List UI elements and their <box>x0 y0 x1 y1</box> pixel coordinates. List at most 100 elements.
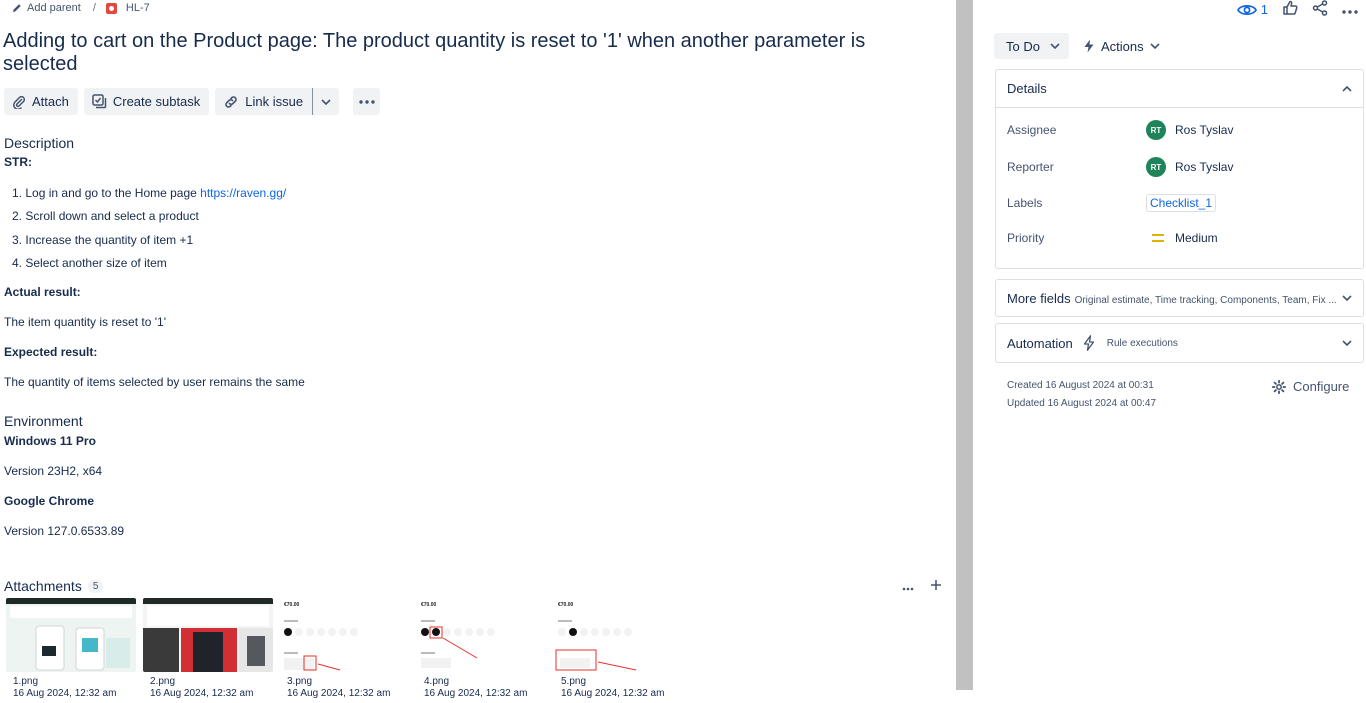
lightning-icon <box>1084 39 1094 53</box>
list-item: 1. Log in and go to the Home page https:… <box>12 186 287 200</box>
more-icon <box>902 587 914 591</box>
vote-button[interactable] <box>1282 0 1298 19</box>
assignee-value[interactable]: Ros Tyslav <box>1175 123 1233 137</box>
share-icon <box>1312 0 1328 16</box>
attachment-name: 2.png <box>150 676 176 687</box>
attach-button[interactable]: Attach <box>4 88 78 115</box>
attachment-name: 3.png <box>287 676 313 687</box>
share-button[interactable] <box>1312 0 1328 19</box>
details-panel: Details Assignee RT Ros Tyslav Reporter … <box>995 69 1364 269</box>
actions-label: Actions <box>1101 38 1144 54</box>
reporter-value[interactable]: Ros Tyslav <box>1175 160 1233 174</box>
attachment-thumbnail: €70.00 <box>417 598 547 672</box>
assignee-field: Assignee RT Ros Tyslav <box>1007 120 1233 140</box>
more-fields-label: More fields <box>1007 290 1071 306</box>
attachments-title: Attachments <box>4 578 82 594</box>
pencil-icon <box>12 3 22 13</box>
environment-browser-version: Version 127.0.6533.89 <box>4 524 125 538</box>
eye-icon <box>1236 4 1257 15</box>
more-icon <box>358 99 375 104</box>
environment-heading: Environment <box>4 413 83 429</box>
add-parent-link[interactable]: Add parent <box>12 2 81 14</box>
attachment-card[interactable]: €70.00 5.png 16 Aug 2024, 12:32 am <box>554 598 684 703</box>
attachment-date: 16 Aug 2024, 12:32 am <box>287 688 391 699</box>
automation-sub: Rule executions <box>1106 337 1178 349</box>
raven-link[interactable]: https://raven.gg/ <box>200 186 286 200</box>
environment-os-version: Version 23H2, x64 <box>4 464 103 478</box>
chevron-down-icon <box>1342 340 1352 346</box>
actions-dropdown[interactable]: Actions <box>1083 33 1160 59</box>
configure-label: Configure <box>1293 379 1350 394</box>
chevron-down-icon <box>321 98 331 105</box>
actual-result-label: Actual result: <box>4 285 81 299</box>
breadcrumb: Add parent / HL-7 <box>12 1 150 15</box>
attachment-card[interactable]: 1.png 16 Aug 2024, 12:32 am <box>6 598 136 703</box>
attachment-card[interactable]: €70.00 3.png 16 Aug 2024, 12:32 am <box>280 598 410 703</box>
attachments-heading: Attachments 5 <box>4 578 104 594</box>
automation-label: Automation <box>1007 335 1073 351</box>
more-actions-button[interactable] <box>353 88 381 115</box>
more-fields-sub: Original estimate, Time tracking, Compon… <box>1074 294 1337 306</box>
issue-main-pane: Add parent / HL-7 Adding to cart on the … <box>0 0 956 703</box>
attachment-name: 5.png <box>561 676 587 687</box>
chevron-down-icon <box>1342 295 1352 301</box>
attachments-count-badge: 5 <box>87 579 104 593</box>
expected-result-text: The quantity of items selected by user r… <box>4 375 305 389</box>
issue-key-link[interactable]: HL-7 <box>105 2 150 14</box>
link-issue-button[interactable]: Link issue <box>215 88 314 115</box>
reporter-field: Reporter RT Ros Tyslav <box>1007 157 1233 177</box>
issue-title[interactable]: Adding to cart on the Product page: The … <box>3 30 903 76</box>
avatar: RT <box>1146 157 1166 177</box>
attachment-name: 4.png <box>424 676 450 687</box>
issue-more-button[interactable] <box>1342 2 1358 17</box>
status-dropdown[interactable]: To Do <box>994 33 1069 59</box>
link-issue-dropdown-button[interactable] <box>313 88 339 115</box>
attachment-card[interactable]: 2.png 16 Aug 2024, 12:32 am <box>143 598 273 703</box>
add-attachment-button[interactable] <box>930 578 942 596</box>
attachment-thumbnail: €70.00 <box>554 598 684 672</box>
avatar: RT <box>1146 120 1166 140</box>
attachments-actions <box>902 578 942 596</box>
more-fields-panel[interactable]: More fields Original estimate, Time track… <box>995 279 1364 317</box>
subtask-icon <box>92 94 107 109</box>
scrollbar-thumb[interactable] <box>956 0 973 690</box>
issue-side-panel: 1 To Do Actions Details Assignee RT Ros … <box>974 0 1366 703</box>
assignee-label: Assignee <box>1007 123 1057 137</box>
more-icon <box>1342 10 1358 14</box>
attachment-name: 1.png <box>13 676 39 687</box>
thumbs-up-icon <box>1283 0 1298 15</box>
attach-label: Attach <box>32 94 69 109</box>
attachment-price: €70.00 <box>284 602 300 608</box>
plus-icon <box>931 580 941 590</box>
list-item: 2. Scroll down and select a product <box>12 209 199 224</box>
details-header[interactable]: Details <box>996 70 1363 108</box>
labels-label: Labels <box>1007 196 1043 210</box>
priority-label: Priority <box>1007 231 1045 245</box>
configure-button[interactable]: Configure <box>1272 379 1349 394</box>
labels-field: Labels Checklist_1 <box>1007 194 1217 212</box>
automation-panel[interactable]: Automation Rule executions <box>995 323 1364 363</box>
attachment-date: 16 Aug 2024, 12:32 am <box>561 688 665 699</box>
steps-list: 1. Log in and go to the Home page https:… <box>12 185 286 278</box>
attachment-price: €70.00 <box>558 602 574 608</box>
issue-toolbar: Attach Create subtask Link issue <box>4 88 381 115</box>
str-label: STR: <box>4 155 32 169</box>
issue-key: HL-7 <box>125 2 150 14</box>
create-subtask-button[interactable]: Create subtask <box>83 88 210 115</box>
top-actions: 1 <box>1236 0 1358 19</box>
chevron-up-icon <box>1342 85 1352 92</box>
link-icon <box>223 95 239 109</box>
attachment-date: 16 Aug 2024, 12:32 am <box>424 688 528 699</box>
attachments-more-button[interactable] <box>902 578 914 596</box>
created-date: Created 16 August 2024 at 00:31 <box>1007 380 1154 391</box>
watch-button[interactable]: 1 <box>1236 2 1268 17</box>
expected-result-label: Expected result: <box>4 345 98 359</box>
attachment-price: €70.00 <box>421 602 437 608</box>
attachment-thumbnail <box>143 598 273 672</box>
attachment-card[interactable]: €70.00 4.png 16 Aug 2024, 12:32 am <box>417 598 547 703</box>
label-chip[interactable]: Checklist_1 <box>1146 194 1217 212</box>
priority-value-wrap[interactable]: Medium <box>1146 231 1218 245</box>
chevron-down-icon <box>1150 43 1160 49</box>
actual-result-text: The item quantity is reset to '1' <box>4 315 166 329</box>
priority-medium-icon <box>1152 234 1164 242</box>
